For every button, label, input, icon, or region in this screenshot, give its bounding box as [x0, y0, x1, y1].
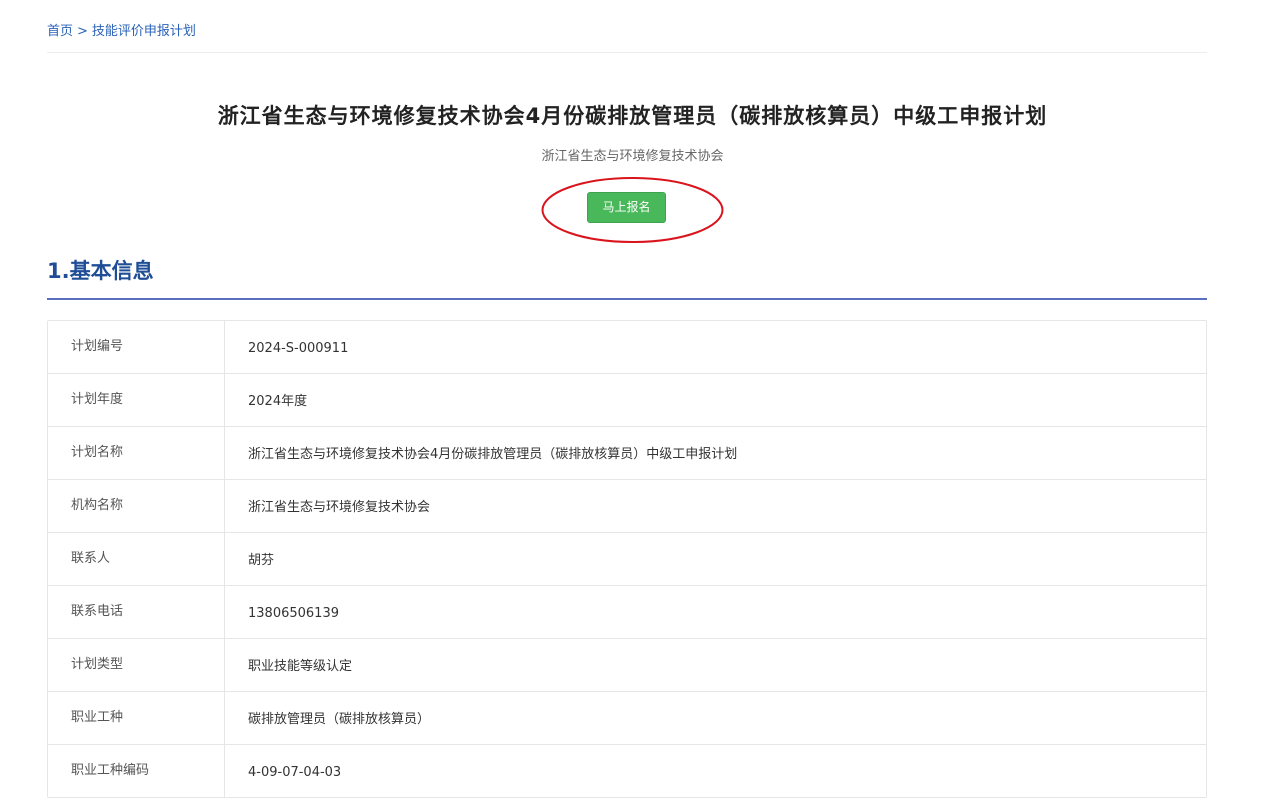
row-value: 4-09-07-04-03 [248, 765, 342, 780]
table-row: 计划名称 浙江省生态与环境修复技术协会4月份碳排放管理员（碳排放核算员）中级工申… [48, 427, 1206, 480]
row-label: 机构名称 [48, 480, 225, 532]
row-label: 职业工种编码 [48, 745, 225, 797]
table-row: 计划编号 2024-S-000911 [48, 321, 1206, 374]
table-row: 职业工种 碳排放管理员（碳排放核算员） [48, 692, 1206, 745]
row-value: 2024-S-000911 [248, 341, 349, 356]
breadcrumb-home-link[interactable]: 首页 [47, 20, 73, 39]
row-label: 计划类型 [48, 639, 225, 691]
table-row: 机构名称 浙江省生态与环境修复技术协会 [48, 480, 1206, 533]
row-value: 碳排放管理员（碳排放核算员） [248, 712, 431, 727]
page-title: 浙江省生态与环境修复技术协会4月份碳排放管理员（碳排放核算员）中级工申报计划 [217, 104, 1048, 128]
row-value: 浙江省生态与环境修复技术协会 [248, 500, 431, 515]
table-row: 联系人 胡芬 [48, 533, 1206, 586]
section-basic-info-title: 1.基本信息 [47, 259, 154, 283]
organization-name: 浙江省生态与环境修复技术协会 [541, 149, 724, 164]
row-label: 联系人 [48, 533, 225, 585]
apply-now-button[interactable]: 马上报名 [587, 192, 666, 223]
section-divider [47, 298, 1207, 300]
row-value: 2024年度 [248, 394, 308, 409]
table-row: 联系电话 13806506139 [48, 586, 1206, 639]
row-label: 职业工种 [48, 692, 225, 744]
row-label: 联系电话 [48, 586, 225, 638]
row-value: 浙江省生态与环境修复技术协会4月份碳排放管理员（碳排放核算员）中级工申报计划 [248, 447, 738, 462]
row-value: 胡芬 [248, 553, 275, 568]
breadcrumb-current[interactable]: 技能评价申报计划 [92, 20, 196, 39]
row-value: 13806506139 [248, 606, 339, 621]
row-label: 计划编号 [48, 321, 225, 373]
basic-info-table: 计划编号 2024-S-000911 计划年度 2024年度 计划名称 浙江省生… [47, 320, 1207, 798]
breadcrumb: 首页 > 技能评价申报计划 [47, 20, 1207, 53]
row-label: 计划名称 [48, 427, 225, 479]
row-value: 职业技能等级认定 [248, 659, 353, 674]
table-row: 计划类型 职业技能等级认定 [48, 639, 1206, 692]
row-label: 计划年度 [48, 374, 225, 426]
table-row: 职业工种编码 4-09-07-04-03 [48, 745, 1206, 798]
breadcrumb-separator: > [77, 24, 88, 39]
table-row: 计划年度 2024年度 [48, 374, 1206, 427]
